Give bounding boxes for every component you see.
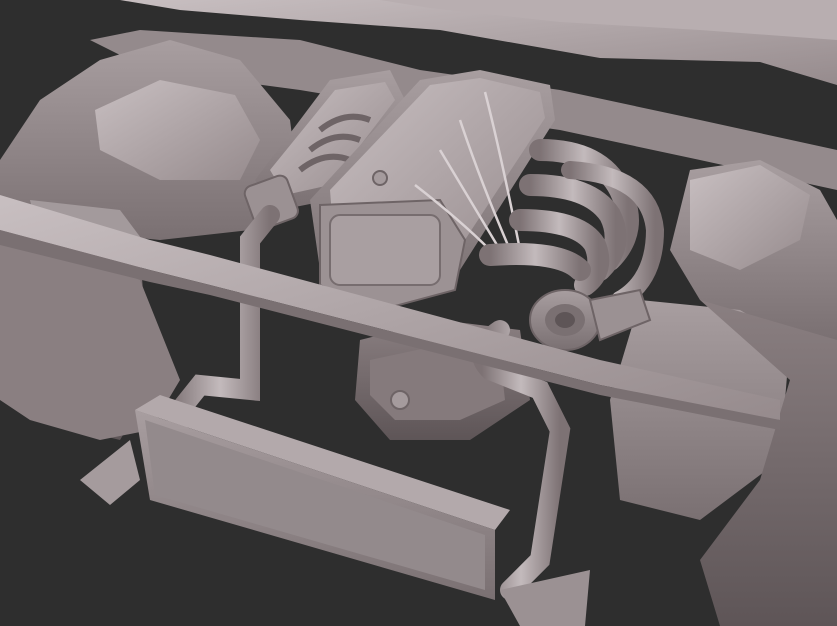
engine-bay-render bbox=[0, 0, 837, 626]
render-viewport bbox=[0, 0, 837, 626]
